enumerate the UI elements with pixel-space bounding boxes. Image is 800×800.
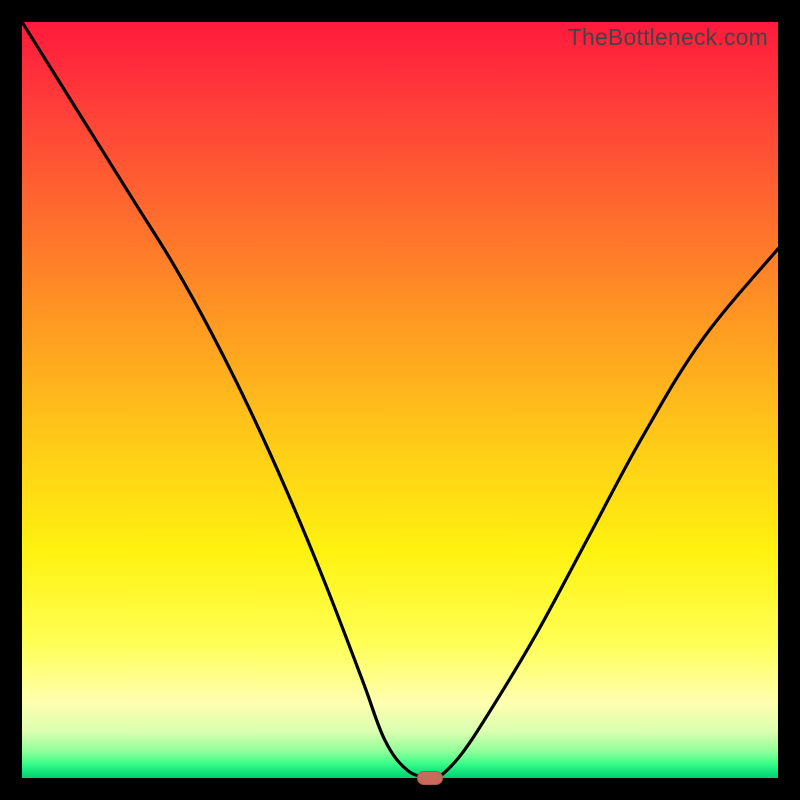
optimal-point-marker (417, 771, 443, 785)
bottleneck-curve (22, 22, 778, 778)
chart-frame: TheBottleneck.com (0, 0, 800, 800)
plot-area: TheBottleneck.com (22, 22, 778, 778)
curve-path (22, 22, 778, 780)
